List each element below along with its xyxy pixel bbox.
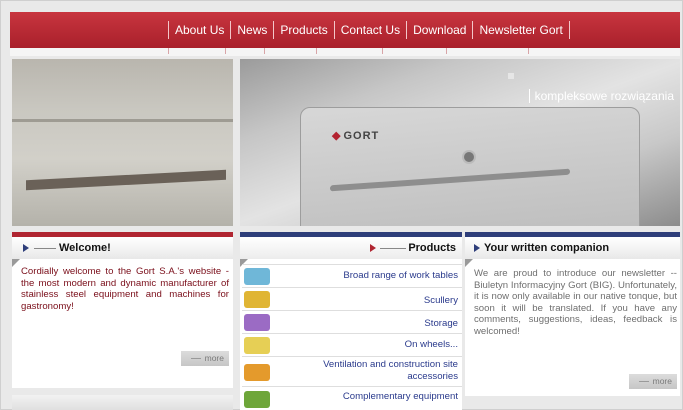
products-title: Products — [408, 242, 456, 254]
hero-gort-logo: ◆ GORT — [332, 129, 379, 142]
corner-fold — [12, 259, 20, 267]
companion-header: Your written companion — [465, 237, 680, 259]
nav-tick — [264, 48, 265, 54]
ventilation-icon — [244, 364, 270, 381]
more-label: more — [204, 353, 224, 363]
nav-products[interactable]: Products — [274, 23, 333, 37]
gort-logo-icon: ◆ — [332, 130, 342, 142]
product-label[interactable]: Scullery — [424, 295, 458, 307]
nav-tick — [316, 48, 317, 54]
companion-title: Your written companion — [484, 242, 610, 254]
product-label[interactable]: On wheels... — [405, 339, 458, 351]
companion-box: Your written companion We are proud to i… — [465, 232, 680, 396]
hero-image-left — [12, 59, 233, 226]
nav-tick — [382, 48, 383, 54]
nav-tick — [225, 48, 226, 54]
welcome-header: Welcome! — [12, 237, 233, 259]
hero-left-handle — [26, 169, 226, 191]
hero-logo-text: GORT — [343, 130, 380, 142]
nav-newsletter-gort[interactable]: Newsletter Gort — [473, 23, 568, 37]
header-rule — [380, 248, 406, 249]
companion-more-button[interactable]: more — [629, 374, 677, 389]
product-label[interactable]: Complementary equipment — [343, 391, 458, 403]
equipment-icon — [244, 391, 270, 408]
product-label[interactable]: Storage — [424, 318, 458, 330]
nav-download[interactable]: Download — [407, 23, 472, 37]
product-label[interactable]: Ventilation and construction site access… — [308, 359, 458, 382]
welcome-more-button[interactable]: more — [181, 351, 229, 366]
nav-tick — [446, 48, 447, 54]
product-item[interactable]: On wheels... — [242, 333, 462, 356]
wheels-icon — [244, 337, 270, 354]
corner-fold — [465, 259, 473, 267]
hero-square — [508, 73, 514, 79]
scullery-icon — [244, 291, 270, 308]
hero-image-right: kompleksowe rozwiązania ◆ GORT — [240, 59, 680, 226]
page-frame: About Us News Products Contact Us Downlo… — [0, 0, 683, 410]
hero-left-edge — [12, 119, 233, 122]
welcome-text: Cordially welcome to the Gort S.A.'s web… — [21, 266, 229, 312]
nav-tick — [168, 48, 169, 54]
products-header: Products — [240, 237, 462, 259]
arrow-right-icon — [23, 244, 29, 252]
top-navigation: About Us News Products Contact Us Downlo… — [10, 12, 680, 48]
bottom-left-box — [12, 395, 233, 410]
product-item[interactable]: Broad range of work tables — [242, 264, 462, 287]
product-item[interactable]: Storage — [242, 310, 462, 333]
nav-shadow — [10, 48, 680, 56]
product-item[interactable]: Ventilation and construction site access… — [242, 356, 462, 386]
nav-about-us[interactable]: About Us — [169, 23, 230, 37]
storage-icon — [244, 314, 270, 331]
work-table-icon — [244, 268, 270, 285]
nav-news[interactable]: News — [231, 23, 273, 37]
dash-icon — [638, 381, 649, 383]
hero-tagline: kompleksowe rozwiązania — [528, 89, 674, 103]
nav-menu: About Us News Products Contact Us Downlo… — [168, 12, 570, 48]
product-item[interactable]: Complementary equipment — [242, 386, 462, 410]
companion-text: We are proud to introduce our newsletter… — [474, 268, 677, 337]
arrow-right-icon — [370, 244, 376, 252]
product-item[interactable]: Scullery — [242, 287, 462, 310]
arrow-right-icon — [474, 244, 480, 252]
hero-cabinet-door — [300, 107, 640, 226]
product-label[interactable]: Broad range of work tables — [343, 270, 458, 282]
header-rule — [34, 248, 56, 249]
welcome-box: Welcome! Cordially welcome to the Gort S… — [12, 232, 233, 388]
welcome-title: Welcome! — [59, 242, 111, 254]
nav-contact-us[interactable]: Contact Us — [335, 23, 406, 37]
nav-tick — [528, 48, 529, 54]
products-box: Products Broad range of work tables Scul… — [240, 232, 462, 410]
hero-knob — [462, 150, 476, 164]
nav-separator — [568, 21, 570, 39]
dash-icon — [190, 358, 201, 360]
more-label: more — [652, 376, 672, 386]
